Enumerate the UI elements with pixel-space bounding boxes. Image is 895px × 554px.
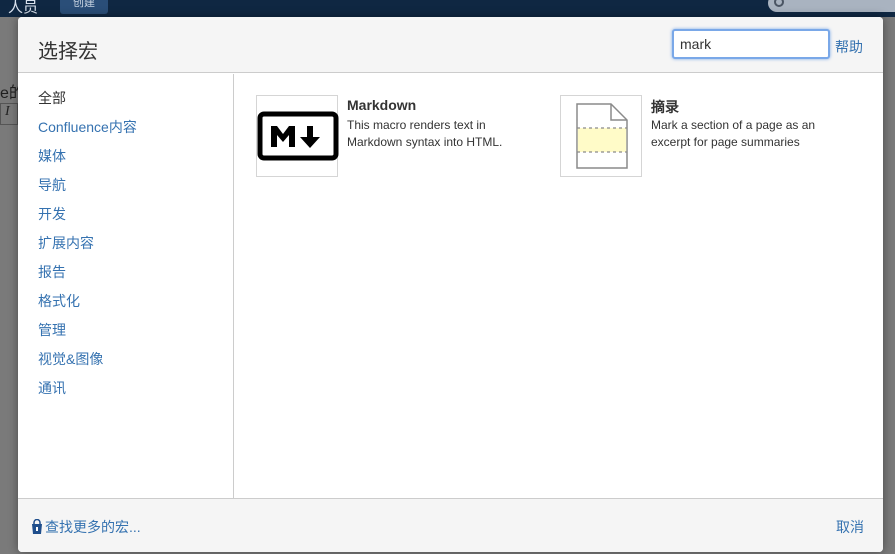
category-item[interactable]: 管理 — [18, 320, 233, 349]
category-item[interactable]: 视觉&图像 — [18, 349, 233, 378]
bg-create-button: 创建 — [60, 0, 108, 14]
macro-description: Mark a section of a page as an excerpt f… — [651, 118, 816, 149]
help-link[interactable]: 帮助 — [835, 37, 863, 57]
macro-browser-dialog: 选择宏 帮助 全部Confluence内容媒体导航开发扩展内容报告格式化管理视觉… — [18, 17, 883, 552]
category-item[interactable]: 开发 — [18, 204, 233, 233]
category-item[interactable]: 报告 — [18, 262, 233, 291]
category-list: 全部 Confluence内容 媒体 导航 开发 扩展内容 报告 格式化 管理 视觉&图像 通讯 — [18, 74, 233, 407]
cancel-button[interactable]: 取消 — [836, 517, 864, 537]
macro-search-input[interactable] — [672, 29, 830, 59]
dialog-header: 选择宏 帮助 — [18, 17, 883, 73]
category-item[interactable]: 媒体 — [18, 146, 233, 175]
macro-name: 摘录 — [651, 99, 679, 115]
macro-description: This macro renders text in Markdown synt… — [347, 118, 503, 149]
dialog-title: 选择宏 — [38, 41, 98, 63]
category-item[interactable]: 导航 — [18, 175, 233, 204]
bg-nav-people: 人员 — [8, 0, 39, 16]
bg-search-box — [768, 0, 895, 12]
macro-thumbnail — [256, 95, 339, 177]
background-top-nav: 人员 创建 — [0, 0, 895, 17]
category-item[interactable]: Confluence内容 — [18, 117, 233, 146]
find-more-macros-link[interactable]: 查找更多的宏... — [31, 517, 141, 537]
excerpt-icon — [576, 103, 628, 169]
macro-item-excerpt[interactable]: 摘录 Mark a section of a page as an excerp… — [560, 95, 850, 179]
bg-italic-button: I — [0, 103, 18, 125]
macro-results: Markdown This macro renders text in Mark… — [235, 74, 883, 498]
marketplace-bag-icon — [32, 519, 42, 534]
category-item[interactable]: 扩展内容 — [18, 233, 233, 262]
category-item[interactable]: 全部 — [18, 88, 233, 117]
dialog-footer: 查找更多的宏... 取消 — [18, 498, 883, 552]
find-more-label: 查找更多的宏... — [45, 519, 141, 535]
category-item[interactable]: 格式化 — [18, 291, 233, 320]
macro-item-markdown[interactable]: Markdown This macro renders text in Mark… — [256, 95, 546, 179]
category-item[interactable]: 通讯 — [18, 378, 233, 407]
category-sidebar: 全部 Confluence内容 媒体 导航 开发 扩展内容 报告 格式化 管理 视觉&图像 通讯 — [18, 74, 234, 498]
macro-name: Markdown — [347, 97, 417, 113]
markdown-icon — [257, 111, 339, 161]
macro-thumbnail — [560, 95, 642, 177]
